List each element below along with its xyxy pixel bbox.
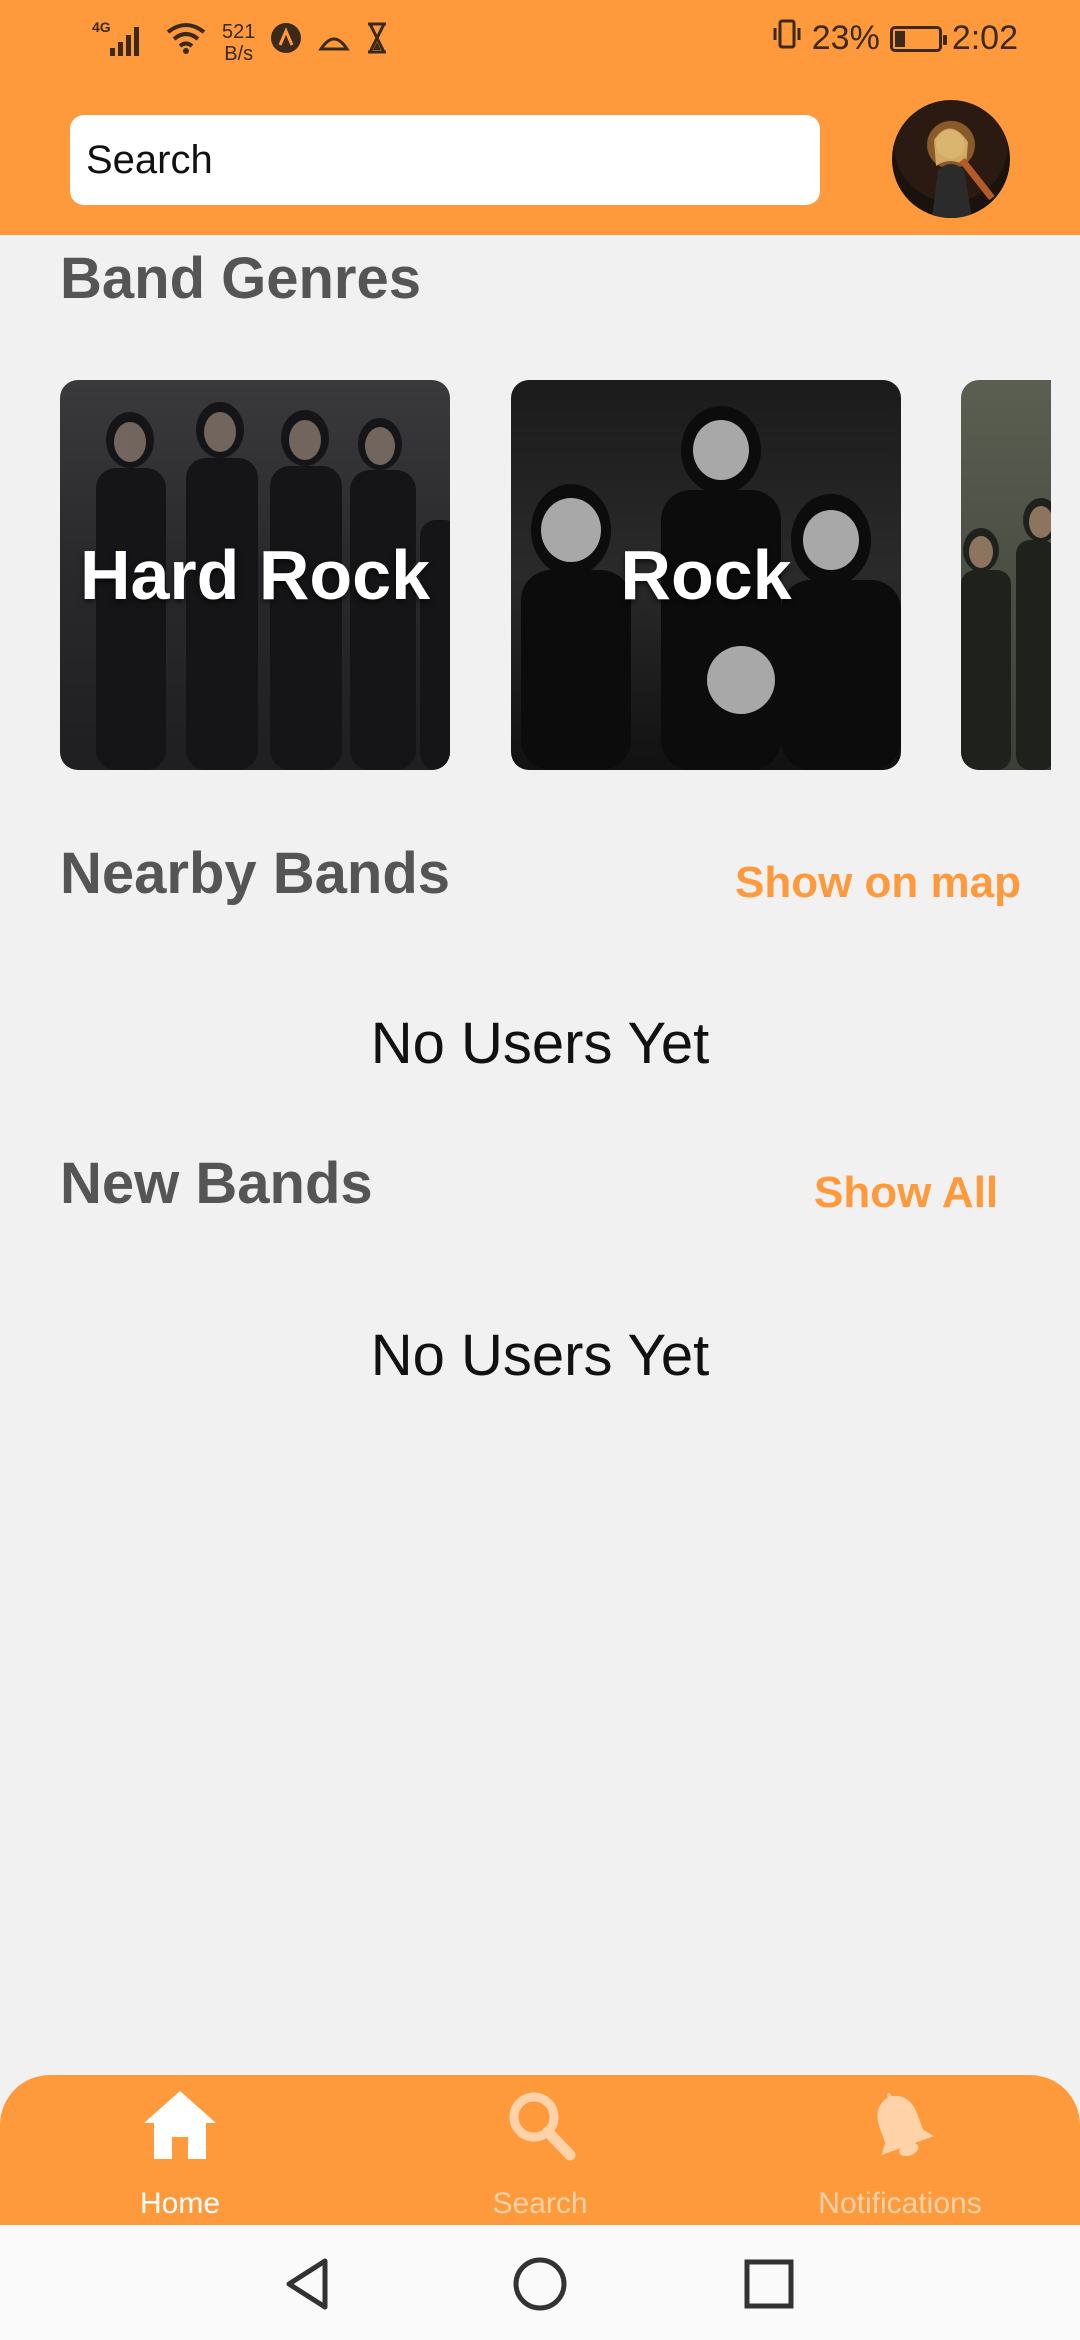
recents-icon[interactable] [734,2249,804,2319]
band-photo [961,498,1051,770]
nav-label-search: Search [492,2187,588,2220]
genre-label: Rock [620,536,792,614]
nearby-bands-title: Nearby Bands [60,841,451,906]
show-all-link[interactable]: Show All [814,1168,998,1218]
dome-icon [317,23,351,62]
genre-label: Hard Rock [79,536,431,614]
wifi-icon [164,20,208,65]
home-circle-icon[interactable] [505,2249,575,2319]
net-speed: 521 B/s [222,21,255,65]
new-bands-empty-message: No Users Yet [370,1323,710,1388]
nav-item-search[interactable]: Search [360,2075,720,2225]
app-header: 4G 521 B/s 23% 2:02 Search [0,0,1080,235]
search-input[interactable] [86,137,804,183]
status-right: 23% 2:02 [772,18,1018,59]
search-icon [509,2092,576,2161]
profile-avatar[interactable] [892,100,1010,218]
battery-fill [894,30,906,47]
band-genres-title: Band Genres [60,246,421,311]
bell-icon [877,2092,934,2157]
net-speed-unit: B/s [224,42,254,65]
nearby-empty-message: No Users Yet [370,1011,710,1076]
bottom-navigation: Home Search Notifications [0,2075,1080,2225]
signal-icon: 4G [92,18,150,67]
genre-card-hard-rock[interactable]: Hard Rock [60,380,450,770]
search-bar[interactable] [70,115,820,205]
clock: 2:02 [951,19,1018,57]
genre-card-partial[interactable] [961,380,1051,770]
nav-label-notifications: Notifications [818,2187,982,2220]
show-on-map-link[interactable]: Show on map [735,858,1021,908]
new-bands-title: New Bands [60,1151,373,1216]
vibrate-icon [772,18,802,59]
nav-label-home: Home [139,2187,221,2220]
avatar-image [932,128,995,218]
back-icon[interactable] [273,2249,343,2319]
hourglass-icon [365,22,389,63]
status-bar: 4G 521 B/s 23% 2:02 [0,0,1080,86]
net-speed-value: 521 [222,20,256,43]
nav-item-home[interactable]: Home [0,2075,360,2225]
app-notification-icon [269,21,303,64]
battery-icon [889,25,947,52]
battery-percent: 23% [811,19,880,57]
network-type: 4G [92,19,111,35]
genre-card-rock[interactable]: Rock [511,380,901,770]
home-icon [144,2091,216,2159]
status-left: 4G 521 B/s [92,18,389,67]
nav-item-notifications[interactable]: Notifications [720,2075,1080,2225]
system-navigation-bar [0,2225,1080,2340]
